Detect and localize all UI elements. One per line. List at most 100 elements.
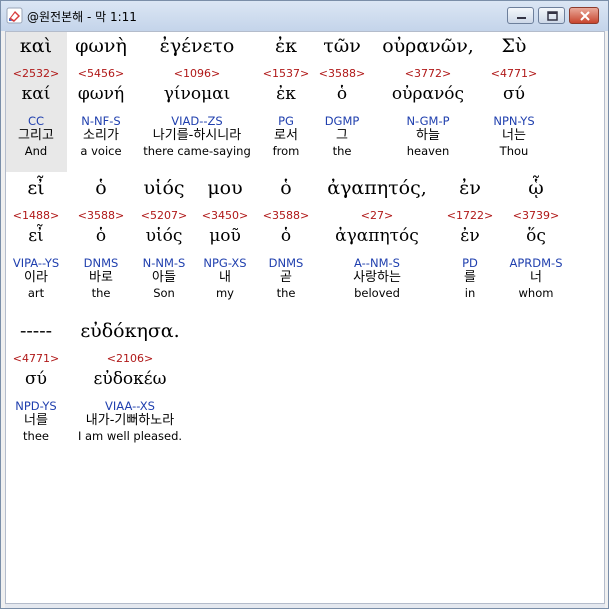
morphology: NPN-YS [493,114,535,128]
strong-number[interactable]: <4771> [6,352,66,366]
close-button[interactable] [569,7,599,24]
strong-number[interactable]: <3450> [192,209,258,223]
minimize-button[interactable] [507,7,534,24]
strong-number[interactable]: <3588> [314,67,370,81]
maximize-button[interactable] [538,7,565,24]
greek-word: ᾧ [528,177,544,199]
greek-word: ἀγαπητός, [327,177,427,199]
morphology: VIAA--XS [105,399,155,413]
korean-gloss: 너 [530,270,542,285]
word-column[interactable]: ἀγαπητός, <27> ἀγαπητός A--NM-S 사랑하는 bel… [314,175,440,300]
strong-number[interactable]: <3588> [258,209,314,223]
lemma: ὁ [95,226,107,246]
korean-gloss: 곧 [280,270,292,285]
strong-number[interactable]: <1096> [136,67,258,81]
word-column[interactable]: ----- <4771> σύ NPD-YS 너를 thee [6,316,66,443]
word-column[interactable]: καὶ <2532> καί CC 그리고 And [6,32,66,158]
word-column[interactable]: υἱός <5207> υἱός N-NM-S 아들 Son [136,175,192,300]
english-gloss: from [272,144,300,158]
morphology: PD [462,256,478,270]
lemma: καί [21,84,51,104]
english-gloss: heaven [406,144,450,158]
word-column[interactable]: ἐγένετο <1096> γίνομαι VIAD--ZS 나기를-하시니라… [136,32,258,158]
morphology: CC [27,114,45,128]
strong-number[interactable]: <1537> [258,67,314,81]
window-bottom-border [5,604,605,608]
greek-word: Σὺ [501,35,527,57]
maximize-icon [547,11,558,21]
word-column[interactable]: εὐδόκησα. <2106> εὐδοκέω VIAA--XS 내가-기뻐하… [66,316,194,443]
strong-number[interactable]: <5456> [66,67,136,81]
korean-gloss: 소리가 [83,128,119,143]
word-column[interactable]: ᾧ <3739> ὅς APRDM-S 너 whom [500,175,572,300]
strong-number[interactable]: <2106> [66,352,194,366]
korean-gloss: 이라 [24,270,48,285]
lemma: ἐν [460,226,480,246]
lemma: σύ [503,84,525,104]
english-gloss: there came-saying [143,144,251,158]
korean-gloss: 나기를-하시니라 [152,128,242,143]
word-column[interactable]: ἐκ <1537> ἐκ PG 로서 from [258,32,314,158]
lemma: γίνομαι [163,84,231,104]
korean-gloss: 를 [464,270,476,285]
strong-number[interactable]: <2532> [6,67,66,81]
minimize-icon [517,17,526,19]
strong-number[interactable]: <1722> [440,209,500,223]
english-gloss: whom [518,286,554,300]
strong-number[interactable]: <3588> [66,209,136,223]
greek-word: ἐκ [274,35,298,57]
greek-word: ----- [19,320,53,342]
word-column[interactable]: Σὺ <4771> σύ NPN-YS 너는 Thou [486,32,542,158]
english-gloss: Son [153,286,175,300]
greek-word: εὐδόκησα. [80,320,180,342]
morphology: DNMS [83,256,119,270]
lemma: ὁ [336,84,348,104]
title-bar[interactable]: @원전본해 - 막 1:11 [1,1,608,31]
word-column[interactable]: ὁ <3588> ὁ DNMS 바로 the [66,175,136,300]
korean-gloss: 그리고 [18,128,54,143]
korean-gloss: 아들 [152,270,176,285]
lemma: οὐρανός [391,84,465,104]
greek-word: τῶν [323,35,361,57]
strong-number[interactable]: <27> [314,209,440,223]
bible-app-icon[interactable] [6,7,23,24]
word-column[interactable]: εἶ <1488> εἶ VIPA--YS 이라 art [6,175,66,300]
morphology: VIPA--YS [12,256,60,270]
greek-word: ἐν [459,177,481,199]
word-column[interactable]: ὁ <3588> ὁ DNMS 곧 the [258,175,314,300]
morphology: N-GM-P [406,114,450,128]
english-gloss: thee [23,429,49,443]
word-column[interactable]: μου <3450> μοῦ NPG-XS 내 my [192,175,258,300]
english-gloss: the [276,286,296,300]
korean-gloss: 내가-기뻐하노라 [85,413,175,428]
interlinear-panel[interactable]: καὶ <2532> καί CC 그리고 And φωνὴ <5456> φω… [5,31,605,604]
korean-gloss: 내 [219,270,231,285]
strong-number[interactable]: <5207> [136,209,192,223]
lemma: φωνή [77,84,125,104]
morphology: PG [278,114,294,128]
lemma: εὐδοκέω [93,369,167,389]
korean-gloss: 로서 [274,128,298,143]
word-column[interactable]: ἐν <1722> ἐν PD 를 in [440,175,500,300]
strong-number[interactable]: <3739> [500,209,572,223]
greek-word: μου [207,177,243,199]
morphology: NPD-YS [15,399,57,413]
strong-number[interactable]: <3772> [370,67,486,81]
word-column[interactable]: οὐρανῶν, <3772> οὐρανός N-GM-P 하늘 heaven [370,32,486,158]
close-icon [580,11,590,21]
morphology: N-NM-S [142,256,186,270]
morphology: A--NM-S [354,256,400,270]
lemma: ὅς [526,226,546,246]
english-gloss: the [91,286,111,300]
morphology: N-NF-S [81,114,121,128]
word-column[interactable]: τῶν <3588> ὁ DGMP 그 the [314,32,370,158]
strong-number[interactable]: <1488> [6,209,66,223]
word-column[interactable]: φωνὴ <5456> φωνή N-NF-S 소리가 a voice [66,32,136,158]
strong-number[interactable]: <4771> [486,67,542,81]
korean-gloss: 사랑하는 [353,270,401,285]
english-gloss: I am well pleased. [77,429,183,443]
english-gloss: my [215,286,234,300]
english-gloss: And [24,144,48,158]
greek-word: οὐρανῶν, [382,35,474,57]
morphology: NPG-XS [203,256,247,270]
